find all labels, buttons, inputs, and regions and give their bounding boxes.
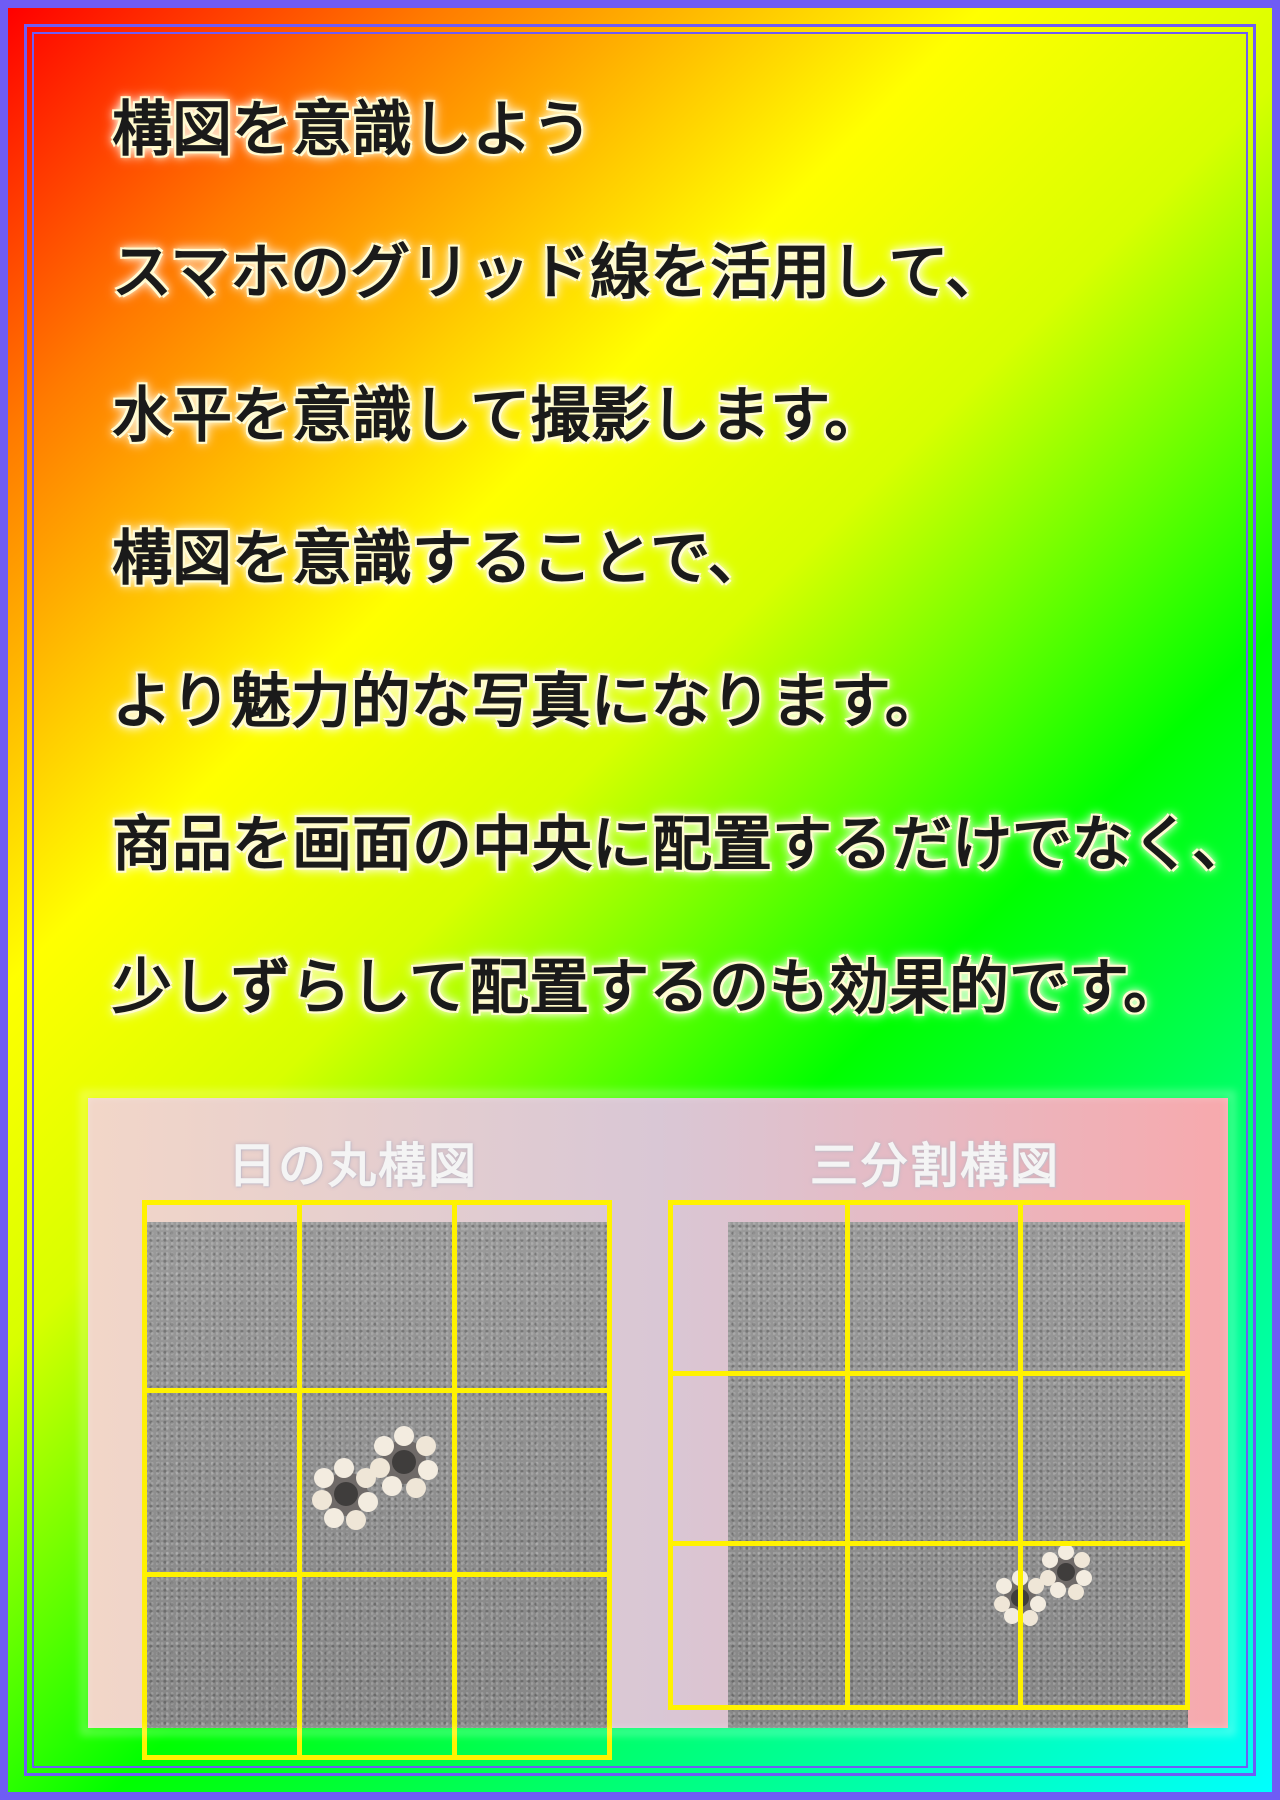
poster: 構図を意識しよう スマホのグリッド線を活用して、 水平を意識して撮影します。 構… <box>0 0 1280 1800</box>
grid-line <box>452 1205 457 1755</box>
rule-of-thirds-grid-overlay <box>668 1200 1190 1710</box>
grid-line <box>673 1371 1185 1376</box>
grid-line <box>1018 1205 1023 1705</box>
hinomaru-caption: 日の丸構図 <box>228 1138 479 1194</box>
rule-of-thirds-caption: 三分割構図 <box>810 1138 1061 1194</box>
grid-line <box>297 1205 302 1755</box>
grid-line <box>673 1541 1185 1546</box>
grid-line <box>845 1205 850 1705</box>
body-line-6: 少しずらして配置するのも効果的です。 <box>112 953 1183 1023</box>
text-block: 構図を意識しよう スマホのグリッド線を活用して、 水平を意識して撮影します。 構… <box>112 95 1252 1101</box>
body-line-5: 商品を画面の中央に配置するだけでなく、 <box>112 810 1252 880</box>
body-line-1: スマホのグリッド線を活用して、 <box>112 238 1006 308</box>
body-line-3: 構図を意識することで、 <box>112 524 768 594</box>
body-line-4: より魅力的な写真になります。 <box>112 667 945 737</box>
heading: 構図を意識しよう <box>112 95 592 165</box>
grid-line <box>147 1572 607 1577</box>
body-line-2: 水平を意識して撮影します。 <box>112 381 885 451</box>
composition-examples-panel: 日の丸構図 三分割構図 <box>88 1098 1228 1760</box>
grid-line <box>147 1388 607 1393</box>
hinomaru-grid-overlay <box>142 1200 612 1760</box>
